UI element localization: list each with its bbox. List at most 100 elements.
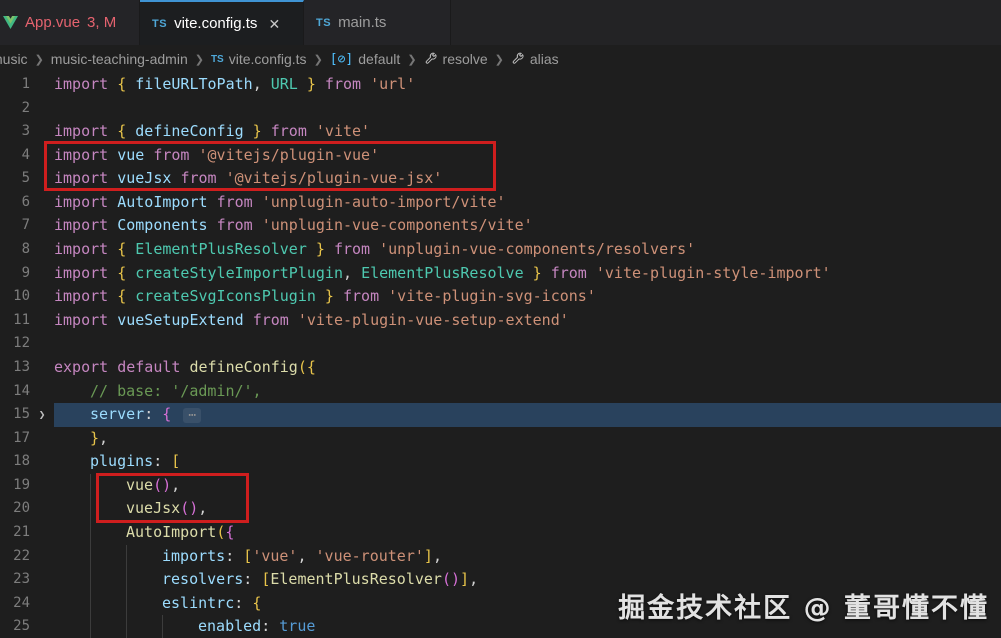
fold-gutter <box>30 568 54 592</box>
chevron-right-icon: ❯ <box>35 53 44 66</box>
line-number: 5 <box>0 167 30 191</box>
code-line-text: import vueSetupExtend from 'vite-plugin-… <box>54 309 1001 333</box>
code-line-11: 11 import vueSetupExtend from 'vite-plugi… <box>0 309 1001 333</box>
code-line-text: server: { ⋯ <box>54 403 1001 427</box>
fold-gutter <box>30 262 54 286</box>
code-token: '@vitejs/plugin-vue' <box>199 146 380 164</box>
code-token: , <box>297 547 315 565</box>
code-token: 'unplugin-auto-import/vite' <box>262 193 506 211</box>
line-number: 6 <box>0 191 30 215</box>
fold-gutter <box>30 120 54 144</box>
chevron-right-icon: ❯ <box>495 53 504 66</box>
line-number: 24 <box>0 592 30 616</box>
fold-gutter <box>30 615 54 638</box>
code-token: , <box>343 264 361 282</box>
code-token: import <box>54 122 117 140</box>
tab-label: main.ts <box>338 14 386 31</box>
breadcrumb-item-default[interactable]: [⊘]default <box>330 51 401 67</box>
code-token: from <box>217 216 262 234</box>
code-token: import <box>54 287 117 305</box>
code-token: ElementPlusResolver <box>270 570 442 588</box>
code-token: ( <box>216 523 225 541</box>
code-line-text: import { defineConfig } from 'vite' <box>54 120 1001 144</box>
code-line-2: 2 <box>0 97 1001 121</box>
code-token: createStyleImportPlugin <box>135 264 343 282</box>
code-token: URL <box>271 75 298 93</box>
code-token: () <box>442 570 460 588</box>
code-line-text: }, <box>54 427 1001 451</box>
tab-vite-config-ts[interactable]: TSvite.config.ts✕ <box>140 0 304 45</box>
code-token: ] <box>460 570 469 588</box>
fold-chevron-icon[interactable]: ❯ <box>30 403 54 427</box>
code-token: from <box>217 193 262 211</box>
indent-guide <box>126 568 127 592</box>
code-line-7: 7import Components from 'unplugin-vue-co… <box>0 214 1001 238</box>
indent-guide <box>90 545 91 569</box>
close-icon[interactable]: ✕ <box>268 17 280 31</box>
code-token: resolvers <box>162 570 243 588</box>
breadcrumb-item-resolve[interactable]: resolve <box>424 51 488 67</box>
folded-code-ellipsis[interactable]: ⋯ <box>183 408 201 423</box>
vue-icon <box>3 16 18 29</box>
code-token: import <box>54 146 117 164</box>
code-token: export default <box>54 358 189 376</box>
code-token: from <box>180 169 225 187</box>
code-token: vue <box>117 146 153 164</box>
code-token: { <box>117 287 135 305</box>
symbol-module-icon: [⊘] <box>330 52 353 67</box>
breadcrumb-item-music[interactable]: music <box>0 51 28 67</box>
typescript-icon: TS <box>211 54 224 65</box>
wrench-icon <box>424 52 438 66</box>
code-token: 'vite' <box>316 122 370 140</box>
code-token: import <box>54 193 117 211</box>
code-token: : <box>153 452 171 470</box>
code-token: 'url' <box>370 75 415 93</box>
code-line-9: 9import { createStyleImportPlugin, Eleme… <box>0 262 1001 286</box>
line-number: 4 <box>0 144 30 168</box>
code-line-text: import { ElementPlusResolver } from 'unp… <box>54 238 1001 262</box>
code-token: , <box>433 547 442 565</box>
code-token: from <box>253 311 298 329</box>
code-token: import <box>54 216 117 234</box>
fold-gutter <box>30 450 54 474</box>
tab-main-ts[interactable]: TSmain.ts <box>304 0 451 45</box>
tab-app-vue[interactable]: App.vue3, M <box>0 0 140 45</box>
code-token: AutoImport <box>117 193 216 211</box>
code-token: () <box>153 476 171 494</box>
line-number: 11 <box>0 309 30 333</box>
code-line-text: plugins: [ <box>54 450 1001 474</box>
code-token: // base: '/admin/', <box>90 382 262 400</box>
code-token: import <box>54 264 117 282</box>
code-token: { <box>252 594 261 612</box>
code-token: { <box>117 75 135 93</box>
fold-gutter <box>30 285 54 309</box>
tab-bar: App.vue3, MTSvite.config.ts✕TSmain.ts <box>0 0 1001 45</box>
breadcrumb-item-alias[interactable]: alias <box>511 51 559 67</box>
indent-guide <box>90 568 91 592</box>
code-token: ({ <box>298 358 316 376</box>
code-token: from <box>316 75 370 93</box>
code-line-3: 3import { defineConfig } from 'vite' <box>0 120 1001 144</box>
code-line-4: 4import vue from '@vitejs/plugin-vue' <box>0 144 1001 168</box>
code-line-text: import vueJsx from '@vitejs/plugin-vue-j… <box>54 167 1001 191</box>
code-token: vue <box>126 476 153 494</box>
line-number: 13 <box>0 356 30 380</box>
code-token: [ <box>243 547 252 565</box>
code-line-text: import { createSvgIconsPlugin } from 'vi… <box>54 285 1001 309</box>
code-token: } <box>307 240 325 258</box>
code-line-text: vueJsx(), <box>54 497 1001 521</box>
fold-gutter <box>30 332 54 356</box>
fold-gutter <box>30 497 54 521</box>
watermark: 掘金技术社区 @ 董哥懂不懂 <box>618 586 989 625</box>
code-line-text: vue(), <box>54 474 1001 498</box>
breadcrumb-item-vite-config-ts[interactable]: TSvite.config.ts <box>211 51 307 67</box>
fold-gutter <box>30 191 54 215</box>
line-number: 25 <box>0 615 30 638</box>
line-number: 7 <box>0 214 30 238</box>
fold-gutter <box>30 144 54 168</box>
fold-gutter <box>30 474 54 498</box>
code-editor[interactable]: 1import { fileURLToPath, URL } from 'url… <box>0 73 1001 638</box>
fold-gutter <box>30 167 54 191</box>
breadcrumb-item-music-teaching-admin[interactable]: music-teaching-admin <box>51 51 188 67</box>
code-token: 'vite-plugin-vue-setup-extend' <box>298 311 569 329</box>
